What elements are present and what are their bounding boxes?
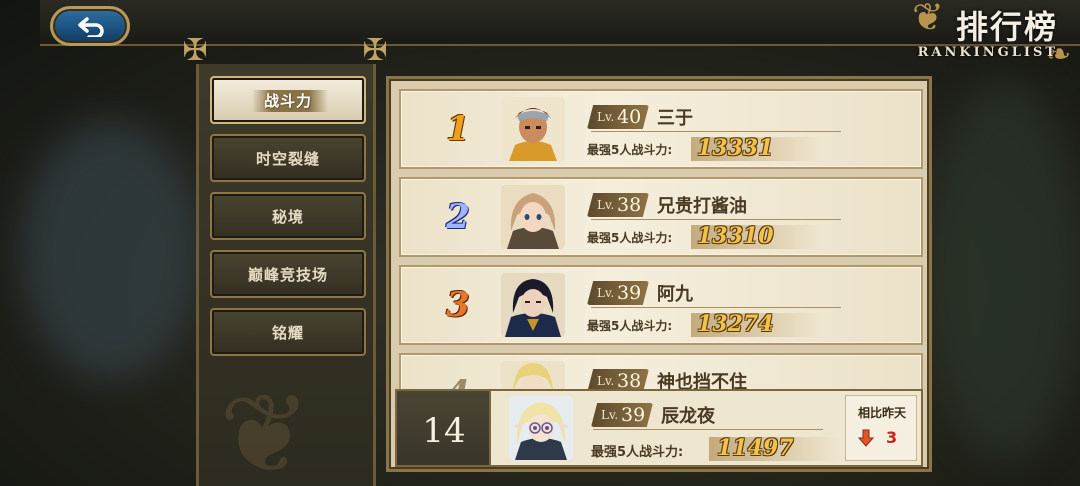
back-button[interactable] <box>50 6 130 46</box>
level-badge: Lv. 39 <box>591 403 653 427</box>
ranking-row[interactable]: 2 Lv. 38 兄贵打酱油 最强5人战斗力: 13310 <box>399 177 923 257</box>
divider <box>591 307 841 308</box>
level-badge: Lv. 39 <box>587 281 649 305</box>
tab-secret-realm[interactable]: 秘境 <box>210 192 366 240</box>
power-label: 最强5人战斗力: <box>591 445 684 460</box>
rank-number: 3 <box>446 285 470 325</box>
ranking-panel: 1 Lv. 40 三于 最强5人战斗力: 13331 2 Lv. 38 兄贵打酱… <box>386 76 932 472</box>
rank-number: 2 <box>446 197 470 237</box>
power-label: 最强5人战斗力: <box>587 231 673 245</box>
page-subtitle: RANKINGLIST <box>917 45 1058 60</box>
level-value: 39 <box>621 404 646 426</box>
power-value: 13310 <box>697 223 774 249</box>
power-label: 最强5人战斗力: <box>587 319 673 333</box>
player-name: 三于 <box>657 108 693 129</box>
level-badge: Lv. 40 <box>587 105 649 129</box>
arrow-down-icon <box>858 429 874 447</box>
my-rank-box: 14 <box>397 391 491 465</box>
my-rank-bar: 14 Lv. 39 辰龙夜 最强5人战斗力: 11497 相比昨天 3 <box>395 389 923 467</box>
level-prefix: Lv. <box>597 286 615 300</box>
my-power-value: 11497 <box>717 435 794 461</box>
level-prefix: Lv. <box>597 110 615 124</box>
level-value: 38 <box>617 370 642 389</box>
ranking-row[interactable]: 4 Lv. 38 神也挡不住 <box>399 353 923 389</box>
tab-spacetime-rift[interactable]: 时空裂缝 <box>210 134 366 182</box>
my-avatar[interactable] <box>509 396 573 460</box>
power-label: 最强5人战斗力: <box>587 143 673 157</box>
knot-ornament-icon: ✠ <box>362 33 388 68</box>
ranking-list[interactable]: 1 Lv. 40 三于 最强5人战斗力: 13331 2 Lv. 38 兄贵打酱… <box>399 89 923 389</box>
level-prefix: Lv. <box>601 408 619 422</box>
level-badge: Lv. 38 <box>587 193 649 217</box>
level-prefix: Lv. <box>597 374 615 388</box>
rank-change-value: 3 <box>886 428 898 447</box>
background-glow <box>930 80 1080 460</box>
avatar <box>501 361 565 389</box>
background-glow <box>20 120 200 380</box>
tab-glory[interactable]: 铭耀 <box>210 308 366 356</box>
player-name: 阿九 <box>657 284 693 305</box>
ranking-row[interactable]: 3 Lv. 39 阿九 最强5人战斗力: 13274 <box>399 265 923 345</box>
tab-label: 战斗力 <box>263 91 312 110</box>
level-value: 38 <box>617 194 642 216</box>
tab-label: 铭耀 <box>271 323 304 342</box>
level-badge: Lv. 38 <box>587 369 649 389</box>
rank-number: 1 <box>446 109 470 149</box>
tab-label: 秘境 <box>271 207 304 226</box>
player-name: 兄贵打酱油 <box>657 196 747 217</box>
divider <box>593 429 823 430</box>
avatar <box>501 185 565 249</box>
compare-label: 相比昨天 <box>857 406 906 420</box>
rank-change-box: 相比昨天 3 <box>845 395 917 461</box>
level-value: 39 <box>617 282 642 304</box>
tab-label: 时空裂缝 <box>255 149 320 168</box>
ranking-row[interactable]: 1 Lv. 40 三于 最强5人战斗力: 13331 <box>399 89 923 169</box>
knot-ornament-icon: ✠ <box>182 33 208 68</box>
divider <box>591 131 841 132</box>
tab-label: 巅峰竞技场 <box>247 265 328 284</box>
avatar <box>501 97 565 161</box>
tab-combat-power[interactable]: 战斗力 <box>210 76 366 124</box>
power-value: 13274 <box>697 311 774 337</box>
page-title: 排行榜 <box>955 8 1058 46</box>
back-arrow-icon <box>78 17 104 37</box>
level-prefix: Lv. <box>597 198 615 212</box>
divider <box>591 219 841 220</box>
avatar <box>501 273 565 337</box>
level-value: 40 <box>617 106 642 128</box>
title-block: 排行榜 RANKINGLIST <box>888 2 1058 62</box>
player-name: 神也挡不住 <box>657 372 747 389</box>
tab-peak-arena[interactable]: 巅峰竞技场 <box>210 250 366 298</box>
game-screen: ❦ ❧ 排行榜 RANKINGLIST ✠ ✠ 战斗力 时空裂缝 秘境 巅峰竞技… <box>0 0 1080 486</box>
power-value: 13331 <box>697 135 774 161</box>
my-player-name: 辰龙夜 <box>661 406 715 427</box>
my-rank-number: 14 <box>422 411 466 451</box>
fleur-ornament-icon: ❦ <box>219 370 312 486</box>
category-sidebar: 战斗力 时空裂缝 秘境 巅峰竞技场 铭耀 ❦ <box>196 64 376 486</box>
rank-number: 4 <box>433 373 483 389</box>
